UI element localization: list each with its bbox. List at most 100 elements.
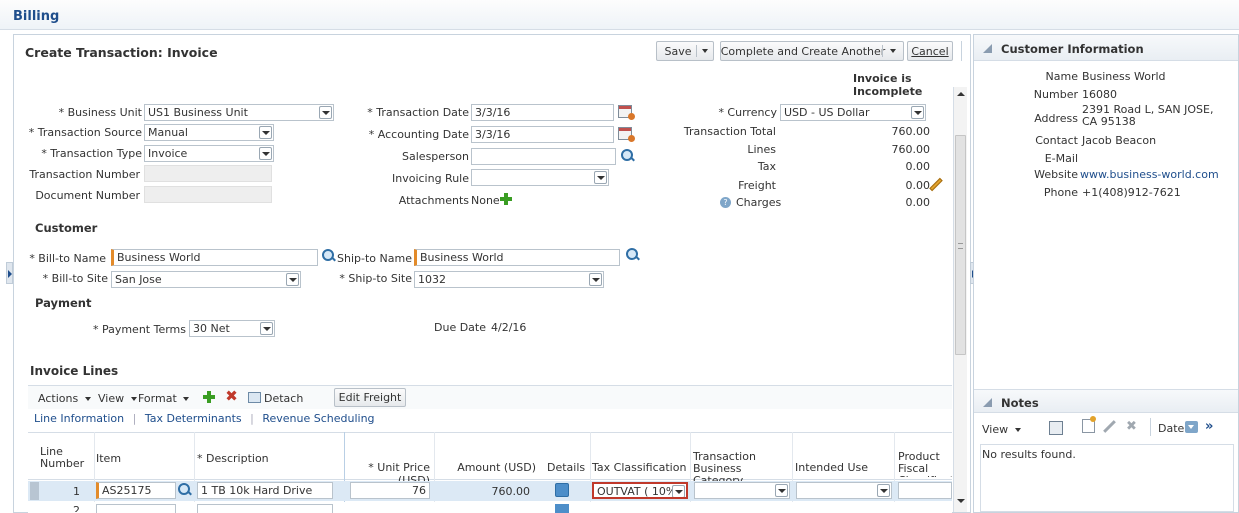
notes-list: No results found.	[980, 444, 1234, 512]
search-icon[interactable]	[626, 248, 640, 262]
chevron-down-icon[interactable]	[589, 273, 602, 286]
col-details[interactable]: Details	[547, 461, 585, 474]
ci-website-link[interactable]: www.business-world.com	[1080, 168, 1219, 181]
salesperson-field[interactable]	[471, 148, 616, 165]
transaction-date-field[interactable]: 3/3/16	[471, 104, 614, 121]
chevron-down-icon[interactable]	[775, 484, 788, 497]
col-tax-classification[interactable]: Tax Classification	[592, 461, 686, 474]
chevron-down-icon[interactable]	[702, 49, 708, 53]
col-line-number[interactable]: Line Number	[40, 446, 90, 470]
add-row-icon[interactable]	[203, 391, 216, 404]
row-description-field[interactable]	[197, 504, 333, 513]
calendar-icon[interactable]	[618, 105, 635, 120]
overflow-chevron-icon[interactable]: »	[1205, 419, 1213, 434]
delete-row-icon[interactable]: ✖	[225, 389, 238, 404]
form-scrollbar[interactable]	[953, 87, 967, 512]
chevron-down-icon[interactable]	[259, 147, 272, 160]
notes-view-menu[interactable]: View	[982, 423, 1021, 436]
chevron-down-icon[interactable]	[259, 126, 272, 139]
chevron-down-icon[interactable]	[877, 484, 890, 497]
col-product-fiscal-classification[interactable]: Product Fiscal Classification	[898, 451, 952, 477]
row-intended-use-select[interactable]	[796, 482, 892, 499]
tab-line-information[interactable]: Line Information	[34, 412, 124, 425]
search-icon[interactable]	[178, 483, 192, 497]
customer-info-header[interactable]: Customer Information	[974, 35, 1238, 61]
chevron-down-icon[interactable]	[260, 322, 273, 335]
row-tax-classification-select[interactable]: OUTVAT ( 10%	[592, 482, 688, 499]
collapse-icon[interactable]	[983, 44, 992, 53]
transaction-type-value: Invoice	[148, 147, 188, 160]
notes-header[interactable]: Notes	[974, 389, 1238, 413]
edit-freight-button[interactable]: Edit Freight	[334, 388, 406, 407]
help-icon[interactable]: ?	[720, 197, 731, 208]
ship-to-site-select[interactable]: 1032	[414, 271, 604, 288]
chevron-down-icon[interactable]	[911, 106, 924, 119]
view-label: View	[98, 392, 125, 405]
format-menu[interactable]: Format	[138, 392, 190, 405]
actions-menu[interactable]: Actions	[38, 392, 91, 405]
col-item[interactable]: Item	[96, 452, 121, 465]
document-number-label: Document Number	[35, 189, 140, 202]
chevron-down-icon	[1014, 428, 1021, 432]
transaction-type-select[interactable]: Invoice	[144, 145, 274, 162]
bill-to-site-select[interactable]: San Jose	[111, 271, 301, 288]
notes-edit-icon[interactable]	[1049, 421, 1063, 435]
payment-terms-select[interactable]: 30 Net	[189, 320, 275, 337]
add-attachment-icon[interactable]	[500, 193, 512, 205]
chevron-down-icon[interactable]	[594, 171, 607, 184]
lines-total-label: Lines	[747, 143, 776, 156]
row-business-category-select[interactable]	[694, 482, 790, 499]
ship-to-name-field[interactable]: Business World	[414, 249, 620, 266]
col-amount[interactable]: Amount (USD)	[436, 461, 536, 474]
details-icon[interactable]	[555, 483, 569, 497]
transaction-source-select[interactable]: Manual	[144, 124, 274, 141]
row-product-fiscal-select[interactable]	[898, 482, 952, 499]
chevron-down-icon[interactable]	[319, 106, 332, 119]
tab-revenue-scheduling[interactable]: Revenue Scheduling	[262, 412, 374, 425]
save-label: Save	[664, 44, 692, 58]
notes-title: Notes	[1001, 396, 1039, 410]
notes-sort-label[interactable]: Date	[1158, 422, 1184, 435]
bill-to-site-value: San Jose	[115, 273, 162, 286]
ci-contact-label: Contact	[1035, 134, 1078, 147]
charges-label: Charges	[736, 196, 782, 209]
scroll-down-icon[interactable]	[957, 499, 965, 503]
freight-value: 0.00	[905, 179, 931, 192]
detach-button[interactable]: Detach	[264, 392, 303, 405]
bill-to-name-label: * Bill-to Name	[29, 252, 106, 265]
freight-label: Freight	[738, 179, 776, 192]
accounting-date-field[interactable]: 3/3/16	[471, 126, 614, 143]
row-unit-price-field[interactable]: 76	[350, 482, 430, 499]
chevron-down-icon[interactable]	[672, 485, 685, 497]
ship-to-name-label: Ship-to Name	[337, 252, 412, 265]
invoicing-rule-select[interactable]	[471, 169, 609, 186]
transaction-total-value: 760.00	[891, 125, 931, 138]
main-panel: Create Transaction: Invoice Save Complet…	[13, 34, 971, 513]
pencil-icon[interactable]	[929, 177, 943, 192]
row-item-field[interactable]: AS25175	[96, 482, 176, 499]
row-description-field[interactable]: 1 TB 10k Hard Drive	[197, 482, 333, 499]
complete-and-create-another-button[interactable]: Complete and Create Another	[720, 41, 904, 61]
save-button[interactable]: Save	[656, 41, 714, 61]
app-title: Billing	[13, 9, 60, 24]
detach-icon[interactable]	[248, 392, 261, 403]
scroll-up-icon[interactable]	[957, 92, 965, 96]
left-panel-toggle[interactable]	[6, 262, 13, 284]
pencil-icon[interactable]	[1103, 420, 1116, 433]
col-intended-use[interactable]: Intended Use	[795, 461, 868, 474]
chevron-down-icon[interactable]	[890, 49, 896, 53]
cancel-button[interactable]: Cancel	[907, 41, 953, 61]
collapse-icon[interactable]	[983, 398, 992, 407]
search-icon[interactable]	[621, 149, 635, 163]
bill-to-name-field[interactable]: Business World	[111, 249, 318, 266]
chevron-down-icon[interactable]	[286, 273, 299, 286]
details-icon[interactable]	[555, 504, 569, 513]
calendar-icon[interactable]	[618, 127, 635, 142]
tab-tax-determinants[interactable]: Tax Determinants	[145, 412, 242, 425]
delete-icon[interactable]: ✖	[1126, 419, 1137, 434]
currency-select[interactable]: USD - US Dollar	[780, 104, 926, 121]
col-description[interactable]: * Description	[197, 452, 269, 465]
business-unit-select[interactable]: US1 Business Unit	[144, 104, 334, 121]
view-menu[interactable]: View	[98, 392, 137, 405]
row-item-field[interactable]	[96, 504, 176, 513]
